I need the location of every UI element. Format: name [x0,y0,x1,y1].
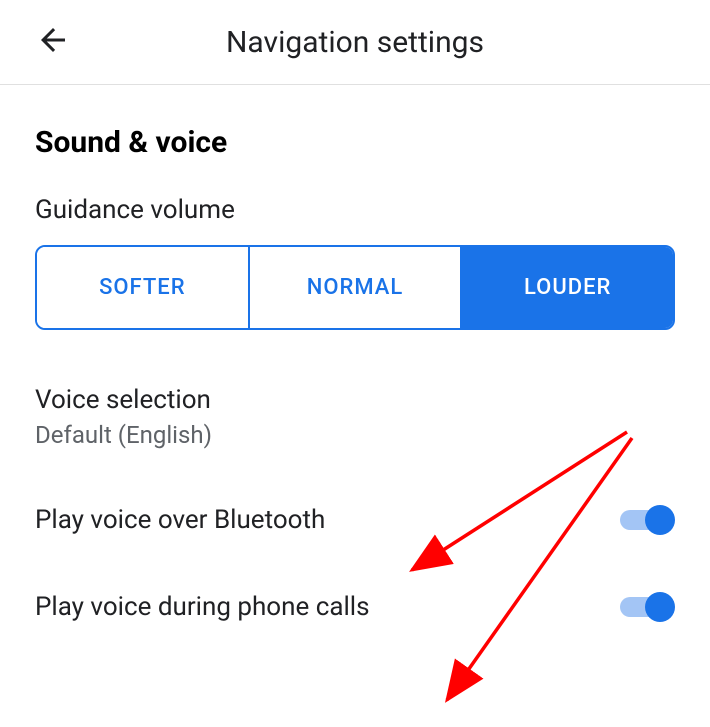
content: Sound & voice Guidance volume SOFTER NOR… [0,85,710,623]
play-voice-phone-calls-toggle[interactable] [620,591,675,623]
guidance-volume-control: SOFTER NORMAL LOUDER [35,245,675,330]
segment-normal[interactable]: NORMAL [250,247,463,328]
header: Navigation settings [0,0,710,85]
segment-softer[interactable]: SOFTER [37,247,250,328]
voice-selection-value: Default (English) [35,421,675,449]
arrow-left-icon [35,22,71,58]
toggle-thumb [645,505,675,535]
page-title: Navigation settings [20,25,690,60]
play-voice-phone-calls-row: Play voice during phone calls [35,591,675,623]
play-voice-phone-calls-label: Play voice during phone calls [35,592,370,622]
segment-louder[interactable]: LOUDER [462,247,673,328]
play-voice-bluetooth-toggle[interactable] [620,504,675,536]
voice-selection-title: Voice selection [35,385,675,415]
play-voice-bluetooth-row: Play voice over Bluetooth [35,504,675,536]
guidance-volume-label: Guidance volume [35,195,675,225]
voice-selection-item[interactable]: Voice selection Default (English) [35,385,675,449]
section-title: Sound & voice [35,125,675,160]
back-button[interactable] [35,22,71,62]
toggle-thumb [645,592,675,622]
play-voice-bluetooth-label: Play voice over Bluetooth [35,505,325,535]
